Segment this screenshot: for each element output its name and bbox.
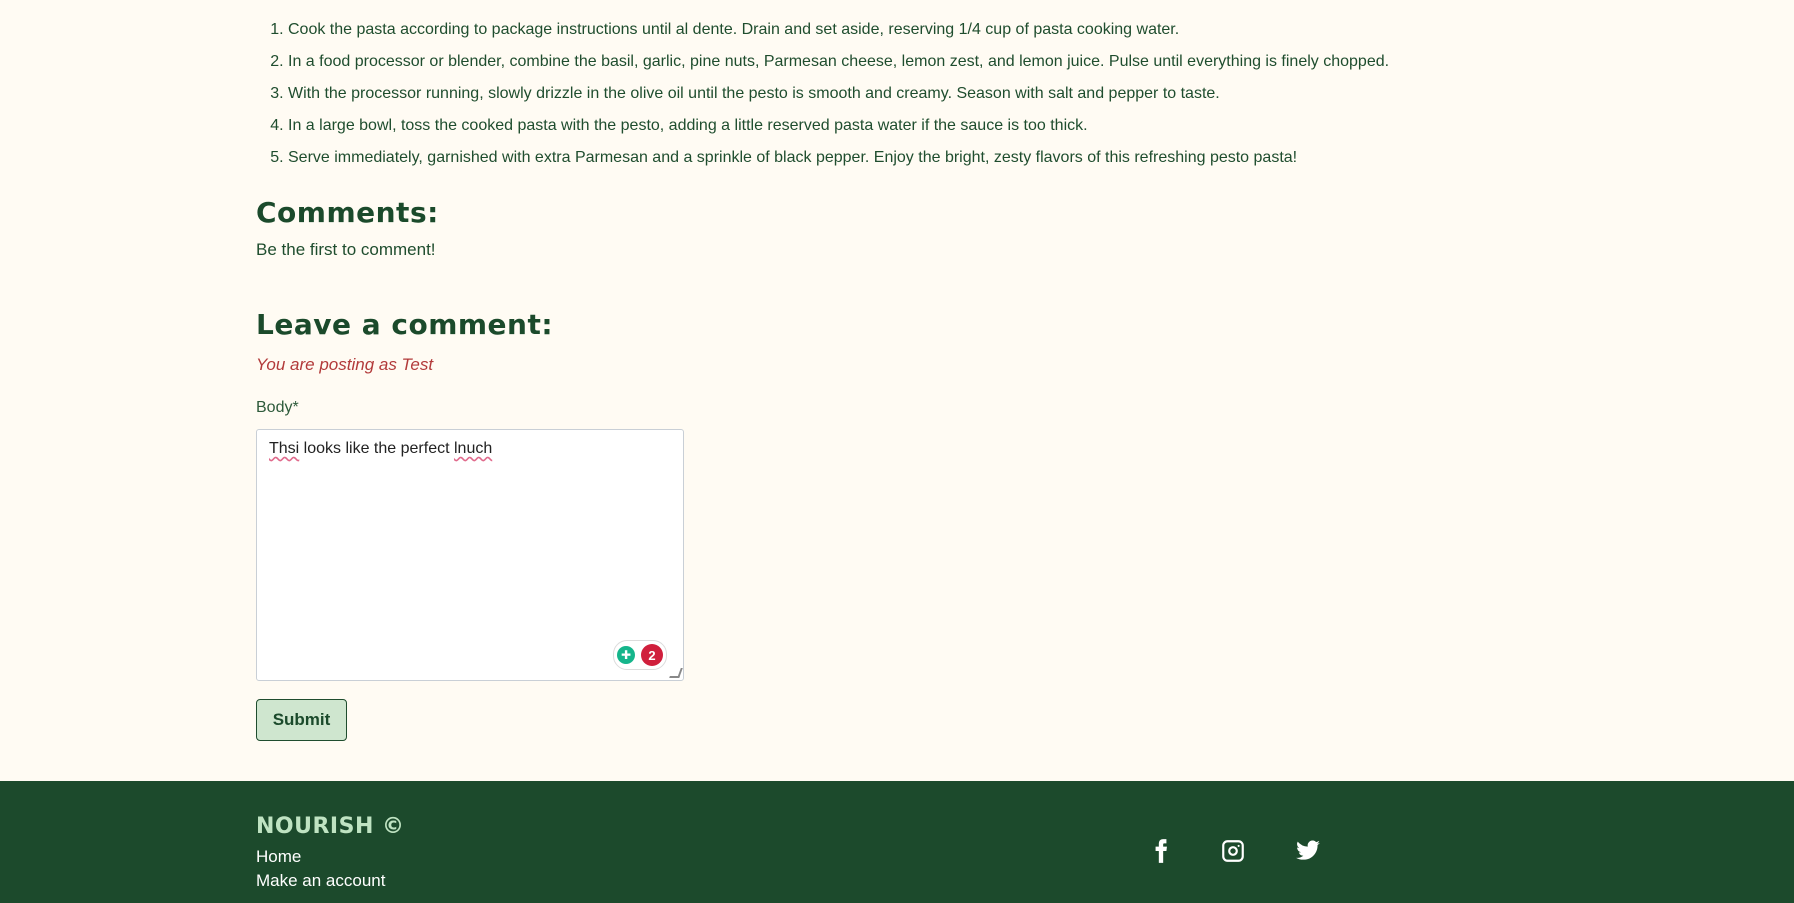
grammar-checker-widget[interactable]: ✚ 2 — [613, 640, 667, 670]
instruction-step: With the processor running, slowly drizz… — [288, 78, 1456, 110]
instruction-step: In a large bowl, toss the cooked pasta w… — [288, 110, 1456, 142]
instagram-icon[interactable] — [1219, 837, 1247, 865]
misspelled-word: Thsi — [269, 440, 300, 457]
footer-link-make-account[interactable]: Make an account — [256, 871, 385, 891]
body-label: Body* — [256, 399, 299, 416]
site-footer: NOURISH © Home Make an account — [0, 781, 1794, 903]
no-comments-text: Be the first to comment! — [256, 240, 436, 259]
instruction-step: Serve immediately, garnished with extra … — [288, 142, 1456, 174]
comment-body-value: Thsi looks like the perfect lnuch — [269, 440, 492, 458]
instruction-step: In a food processor or blender, combine … — [288, 46, 1456, 78]
social-icons — [1147, 837, 1322, 865]
footer-brand: NOURISH © — [256, 814, 405, 839]
comments-heading: Comments: — [256, 196, 439, 229]
instructions-list: Cook the pasta according to package inst… — [256, 0, 1456, 174]
facebook-icon[interactable] — [1147, 837, 1175, 865]
submit-button[interactable]: Submit — [256, 699, 347, 741]
leave-comment-heading: Leave a comment: — [256, 308, 554, 341]
lightbulb-icon: ✚ — [617, 646, 635, 664]
footer-link-home[interactable]: Home — [256, 847, 301, 867]
posting-as-text: You are posting as Test — [256, 355, 434, 374]
resize-handle-icon[interactable] — [669, 668, 683, 678]
misspelled-word: lnuch — [453, 440, 493, 457]
recipe-content: Cook the pasta according to package inst… — [256, 0, 1456, 741]
comment-body-textarea[interactable]: Thsi looks like the perfect lnuch ✚ 2 — [256, 429, 684, 681]
twitter-icon[interactable] — [1294, 837, 1322, 865]
grammar-issue-count: 2 — [641, 644, 663, 666]
instruction-step: Cook the pasta according to package inst… — [288, 14, 1456, 46]
comment-text-fragment: looks like the perfect — [299, 440, 454, 457]
